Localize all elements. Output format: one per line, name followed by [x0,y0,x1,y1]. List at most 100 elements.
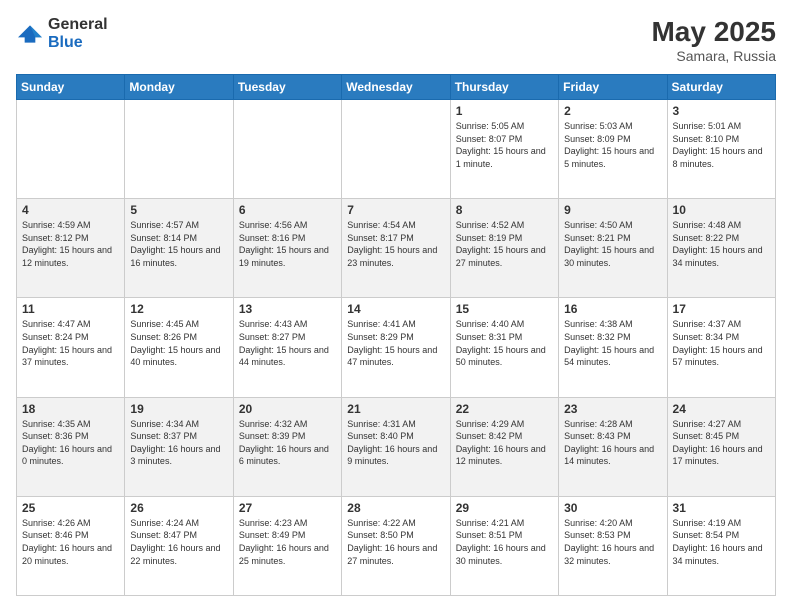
day-info: Sunrise: 4:28 AMSunset: 8:43 PMDaylight:… [564,419,654,467]
day-number: 17 [673,302,770,316]
day-info: Sunrise: 4:27 AMSunset: 8:45 PMDaylight:… [673,419,763,467]
table-row: 13 Sunrise: 4:43 AMSunset: 8:27 PMDayligh… [233,298,341,397]
table-row: 8Sunrise: 4:52 AMSunset: 8:19 PMDaylight… [450,199,558,298]
week-row-1: 1Sunrise: 5:05 AMSunset: 8:07 PMDaylight… [17,100,776,199]
day-number: 1 [456,104,553,118]
day-info: Sunrise: 4:32 AMSunset: 8:39 PMDaylight:… [239,419,329,467]
day-number: 13 [239,302,336,316]
day-number: 4 [22,203,119,217]
day-number: 10 [673,203,770,217]
day-number: 2 [564,104,661,118]
page: General Blue May 2025 Samara, Russia Sun… [0,0,792,612]
table-row: 28Sunrise: 4:22 AMSunset: 8:50 PMDayligh… [342,496,450,595]
table-row: 12 Sunrise: 4:45 AMSunset: 8:26 PMDayligh… [125,298,233,397]
table-row [233,100,341,199]
day-number: 28 [347,501,444,515]
day-number: 7 [347,203,444,217]
col-tuesday: Tuesday [233,75,341,100]
table-row: 26 Sunrise: 4:24 AMSunset: 8:47 PMDayligh… [125,496,233,595]
table-row: 2 Sunrise: 5:03 AMSunset: 8:09 PMDaylight… [559,100,667,199]
table-row: 27 Sunrise: 4:23 AMSunset: 8:49 PMDayligh… [233,496,341,595]
day-number: 29 [456,501,553,515]
logo-blue: Blue [48,34,83,51]
day-info: Sunrise: 4:23 AMSunset: 8:49 PMDaylight:… [239,518,329,566]
day-info: Sunrise: 4:41 AMSunset: 8:29 PMDaylight:… [347,319,437,367]
day-number: 19 [130,402,227,416]
week-row-5: 25 Sunrise: 4:26 AMSunset: 8:46 PMDayligh… [17,496,776,595]
day-info: Sunrise: 4:54 AMSunset: 8:17 PMDaylight:… [347,220,437,268]
day-info: Sunrise: 4:24 AMSunset: 8:47 PMDaylight:… [130,518,220,566]
table-row: 5 Sunrise: 4:57 AMSunset: 8:14 PMDaylight… [125,199,233,298]
day-info: Sunrise: 4:31 AMSunset: 8:40 PMDaylight:… [347,419,437,467]
table-row [342,100,450,199]
week-row-3: 11 Sunrise: 4:47 AMSunset: 8:24 PMDayligh… [17,298,776,397]
table-row: 21 Sunrise: 4:31 AMSunset: 8:40 PMDayligh… [342,397,450,496]
day-info: Sunrise: 4:57 AMSunset: 8:14 PMDaylight:… [130,220,220,268]
table-row: 4 Sunrise: 4:59 AMSunset: 8:12 PMDaylight… [17,199,125,298]
day-number: 23 [564,402,661,416]
day-number: 27 [239,501,336,515]
col-monday: Monday [125,75,233,100]
day-info: Sunrise: 4:26 AMSunset: 8:46 PMDaylight:… [22,518,112,566]
day-number: 26 [130,501,227,515]
day-number: 30 [564,501,661,515]
location: Samara, Russia [651,48,776,64]
day-info: Sunrise: 4:29 AMSunset: 8:42 PMDaylight:… [456,419,546,467]
table-row: 19 Sunrise: 4:34 AMSunset: 8:37 PMDayligh… [125,397,233,496]
col-friday: Friday [559,75,667,100]
table-row: 18Sunrise: 4:35 AMSunset: 8:36 PMDayligh… [17,397,125,496]
table-row: 3 Sunrise: 5:01 AMSunset: 8:10 PMDaylight… [667,100,775,199]
day-info: Sunrise: 4:59 AMSunset: 8:12 PMDaylight:… [22,220,112,268]
table-row: 7 Sunrise: 4:54 AMSunset: 8:17 PMDaylight… [342,199,450,298]
day-info: Sunrise: 4:37 AMSunset: 8:34 PMDaylight:… [673,319,763,367]
day-info: Sunrise: 4:43 AMSunset: 8:27 PMDaylight:… [239,319,329,367]
table-row: 16 Sunrise: 4:38 AMSunset: 8:32 PMDayligh… [559,298,667,397]
day-info: Sunrise: 4:38 AMSunset: 8:32 PMDaylight:… [564,319,654,367]
day-number: 20 [239,402,336,416]
week-row-4: 18Sunrise: 4:35 AMSunset: 8:36 PMDayligh… [17,397,776,496]
day-info: Sunrise: 5:03 AMSunset: 8:09 PMDaylight:… [564,121,654,169]
table-row: 20 Sunrise: 4:32 AMSunset: 8:39 PMDayligh… [233,397,341,496]
day-info: Sunrise: 5:01 AMSunset: 8:10 PMDaylight:… [673,121,763,169]
day-number: 24 [673,402,770,416]
day-info: Sunrise: 4:21 AMSunset: 8:51 PMDaylight:… [456,518,546,566]
table-row: 31 Sunrise: 4:19 AMSunset: 8:54 PMDayligh… [667,496,775,595]
day-number: 22 [456,402,553,416]
day-info: Sunrise: 4:19 AMSunset: 8:54 PMDaylight:… [673,518,763,566]
calendar-header-row: Sunday Monday Tuesday Wednesday Thursday… [17,75,776,100]
day-info: Sunrise: 4:34 AMSunset: 8:37 PMDaylight:… [130,419,220,467]
col-sunday: Sunday [17,75,125,100]
day-info: Sunrise: 4:40 AMSunset: 8:31 PMDaylight:… [456,319,546,367]
table-row: 17 Sunrise: 4:37 AMSunset: 8:34 PMDayligh… [667,298,775,397]
day-info: Sunrise: 4:20 AMSunset: 8:53 PMDaylight:… [564,518,654,566]
day-number: 3 [673,104,770,118]
logo-icon [16,24,44,44]
day-number: 12 [130,302,227,316]
table-row: 22 Sunrise: 4:29 AMSunset: 8:42 PMDayligh… [450,397,558,496]
table-row: 15Sunrise: 4:40 AMSunset: 8:31 PMDayligh… [450,298,558,397]
day-number: 6 [239,203,336,217]
day-info: Sunrise: 4:56 AMSunset: 8:16 PMDaylight:… [239,220,329,268]
calendar-table: Sunday Monday Tuesday Wednesday Thursday… [16,74,776,596]
day-info: Sunrise: 4:47 AMSunset: 8:24 PMDaylight:… [22,319,112,367]
day-info: Sunrise: 4:48 AMSunset: 8:22 PMDaylight:… [673,220,763,268]
day-number: 21 [347,402,444,416]
table-row: 9Sunrise: 4:50 AMSunset: 8:21 PMDaylight… [559,199,667,298]
day-info: Sunrise: 4:45 AMSunset: 8:26 PMDaylight:… [130,319,220,367]
day-info: Sunrise: 4:50 AMSunset: 8:21 PMDaylight:… [564,220,654,268]
day-number: 25 [22,501,119,515]
day-number: 5 [130,203,227,217]
col-thursday: Thursday [450,75,558,100]
day-number: 11 [22,302,119,316]
table-row [125,100,233,199]
day-number: 31 [673,501,770,515]
day-number: 8 [456,203,553,217]
table-row: 23 Sunrise: 4:28 AMSunset: 8:43 PMDayligh… [559,397,667,496]
day-number: 14 [347,302,444,316]
header: General Blue May 2025 Samara, Russia [16,16,776,64]
table-row: 14 Sunrise: 4:41 AMSunset: 8:29 PMDayligh… [342,298,450,397]
logo: General Blue [16,16,108,52]
day-number: 16 [564,302,661,316]
logo-general: General [48,16,108,33]
col-wednesday: Wednesday [342,75,450,100]
